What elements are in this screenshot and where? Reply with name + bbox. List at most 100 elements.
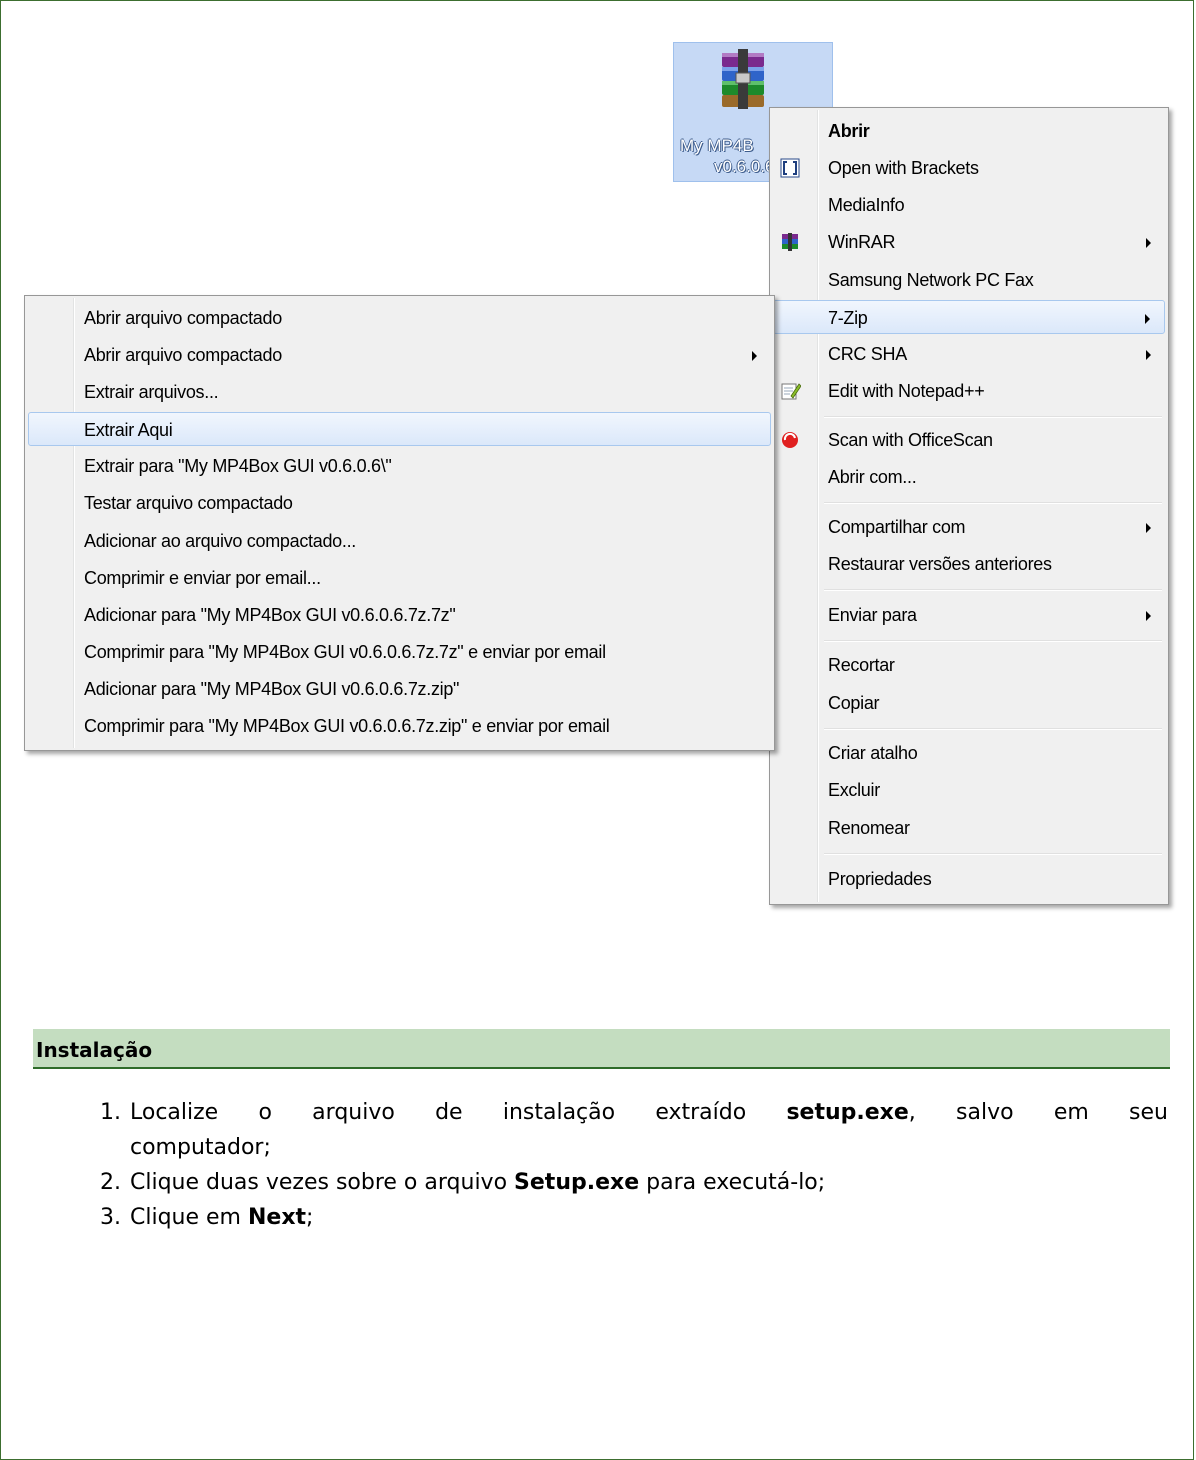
step-text-line2: computador; [130, 1135, 271, 1160]
menu-item-open-with-brackets[interactable]: Open with Brackets [773, 151, 1165, 185]
step-text: Localize o arquivo de instalação extraíd… [130, 1100, 787, 1125]
menu-item-label: Extrair Aqui [84, 420, 173, 440]
menu-item-scan-officescan[interactable]: Scan with OfficeScan [773, 423, 1165, 457]
menu-item-samsung-fax[interactable]: Samsung Network PC Fax [773, 263, 1165, 297]
menu-item-excluir[interactable]: Excluir [773, 773, 1165, 807]
menu-separator [824, 640, 1162, 642]
submenu-item-adicionar[interactable]: Adicionar ao arquivo compactado... [28, 524, 771, 558]
step-item: 2. Clique duas vezes sobre o arquivo Set… [100, 1165, 1168, 1200]
menu-separator [824, 416, 1162, 418]
menu-item-label: Excluir [828, 780, 880, 800]
step-item: 1. Localize o arquivo de instalação extr… [100, 1095, 1168, 1165]
submenu-arrow-icon [1146, 350, 1151, 360]
menu-item-label: Comprimir e enviar por email... [84, 568, 321, 588]
menu-separator [824, 728, 1162, 730]
menu-item-label: Abrir arquivo compactado [84, 308, 282, 328]
menu-item-label: Compartilhar com [828, 517, 966, 537]
menu-item-label: Comprimir para "My MP4Box GUI v0.6.0.6.7… [84, 642, 606, 662]
submenu-arrow-icon [752, 351, 757, 361]
step-number: 3. [100, 1205, 121, 1230]
menu-item-label: Enviar para [828, 605, 917, 625]
submenu-item-adicionar-zip[interactable]: Adicionar para "My MP4Box GUI v0.6.0.6.7… [28, 672, 771, 706]
menu-item-mediainfo[interactable]: MediaInfo [773, 188, 1165, 222]
menu-item-label: Abrir [828, 121, 870, 141]
menu-item-label: Propriedades [828, 869, 932, 889]
notepadpp-icon [779, 380, 802, 402]
menu-item-label: Recortar [828, 655, 895, 675]
menu-item-renomear[interactable]: Renomear [773, 811, 1165, 845]
menu-item-winrar[interactable]: WinRAR [773, 225, 1165, 259]
menu-item-enviar-para[interactable]: Enviar para [773, 598, 1165, 632]
menu-item-label: Open with Brackets [828, 158, 979, 178]
submenu-item-extrair-aqui[interactable]: Extrair Aqui [28, 412, 771, 446]
menu-item-label: MediaInfo [828, 195, 905, 215]
step-text: ; [306, 1205, 314, 1230]
submenu-item-testar[interactable]: Testar arquivo compactado [28, 486, 771, 520]
brackets-icon [779, 157, 801, 179]
step-item: 3. Clique em Next; [100, 1200, 1168, 1235]
step-text-line1: Localize o arquivo de instalação extraíd… [130, 1095, 1168, 1130]
submenu-arrow-icon [1145, 314, 1150, 324]
menu-separator [824, 589, 1162, 591]
menu-item-label: Scan with OfficeScan [828, 430, 993, 450]
menu-item-label: Extrair para "My MP4Box GUI v0.6.0.6\" [84, 456, 392, 476]
submenu-item-adicionar-7z[interactable]: Adicionar para "My MP4Box GUI v0.6.0.6.7… [28, 598, 771, 632]
menu-item-label: Adicionar ao arquivo compactado... [84, 531, 356, 551]
menu-item-label: Comprimir para "My MP4Box GUI v0.6.0.6.7… [84, 716, 610, 736]
step-text: , salvo em seu [908, 1100, 1168, 1125]
menu-separator [824, 502, 1162, 504]
menu-item-label: CRC SHA [828, 344, 907, 364]
submenu-item-extrair-arquivos[interactable]: Extrair arquivos... [28, 375, 771, 409]
submenu-arrow-icon [1146, 611, 1151, 621]
menu-item-copiar[interactable]: Copiar [773, 686, 1165, 720]
step-filename: Setup.exe [514, 1170, 640, 1195]
winrar-archive-icon [722, 49, 764, 109]
menu-item-label: 7-Zip [828, 308, 868, 328]
menu-item-label: Extrair arquivos... [84, 382, 219, 402]
menu-item-label: Testar arquivo compactado [84, 493, 293, 513]
submenu-item-comprimir-7z-email[interactable]: Comprimir para "My MP4Box GUI v0.6.0.6.7… [28, 635, 771, 669]
menu-item-propriedades[interactable]: Propriedades [773, 862, 1165, 896]
submenu-item-comprimir-zip-email[interactable]: Comprimir para "My MP4Box GUI v0.6.0.6.7… [28, 709, 771, 743]
menu-item-label: Copiar [828, 693, 880, 713]
context-menu: Abrir Open with Brackets MediaInfo WinRA… [769, 107, 1169, 905]
step-text: Clique em [130, 1205, 248, 1230]
7zip-submenu: Abrir arquivo compactado Abrir arquivo c… [24, 295, 775, 751]
step-text: Clique duas vezes sobre o arquivo [130, 1170, 515, 1195]
submenu-arrow-icon [1146, 238, 1151, 248]
menu-item-label: Abrir arquivo compactado [84, 345, 282, 365]
menu-item-crc-sha[interactable]: CRC SHA [773, 337, 1165, 371]
step-filename: setup.exe [786, 1100, 909, 1125]
step-number: 2. [100, 1170, 121, 1195]
menu-item-edit-notepadpp[interactable]: Edit with Notepad++ [773, 374, 1165, 408]
section-header: Instalação [33, 1029, 1170, 1069]
menu-item-label: Adicionar para "My MP4Box GUI v0.6.0.6.7… [84, 679, 460, 699]
officescan-icon [779, 429, 801, 451]
menu-item-compartilhar-com[interactable]: Compartilhar com [773, 510, 1165, 544]
winrar-icon [779, 231, 801, 253]
menu-item-label: Adicionar para "My MP4Box GUI v0.6.0.6.7… [84, 605, 456, 625]
step-button-name: Next [247, 1205, 307, 1230]
menu-item-abrir[interactable]: Abrir [773, 114, 1165, 148]
submenu-arrow-icon [1146, 523, 1151, 533]
menu-item-recortar[interactable]: Recortar [773, 648, 1165, 682]
menu-item-abrir-com[interactable]: Abrir com... [773, 460, 1165, 494]
menu-item-label: Renomear [828, 818, 910, 838]
menu-item-7zip[interactable]: 7-Zip [773, 300, 1165, 334]
step-text: para executá-lo; [639, 1170, 826, 1195]
menu-item-label: WinRAR [828, 232, 896, 252]
submenu-item-comprimir-email[interactable]: Comprimir e enviar por email... [28, 561, 771, 595]
submenu-item-abrir-compactado-sub[interactable]: Abrir arquivo compactado [28, 338, 771, 372]
menu-item-criar-atalho[interactable]: Criar atalho [773, 736, 1165, 770]
menu-item-label: Edit with Notepad++ [828, 381, 985, 401]
submenu-item-extrair-para[interactable]: Extrair para "My MP4Box GUI v0.6.0.6\" [28, 449, 771, 483]
menu-item-label: Criar atalho [828, 743, 918, 763]
menu-item-label: Restaurar versões anteriores [828, 554, 1052, 574]
menu-separator [824, 853, 1162, 855]
step-number: 1. [100, 1100, 121, 1125]
menu-item-label: Abrir com... [828, 467, 917, 487]
submenu-item-abrir-compactado[interactable]: Abrir arquivo compactado [28, 301, 771, 335]
installation-steps: 1. Localize o arquivo de instalação extr… [100, 1095, 1168, 1235]
section-title: Instalação [36, 1038, 153, 1062]
menu-item-restaurar-versoes[interactable]: Restaurar versões anteriores [773, 547, 1165, 581]
